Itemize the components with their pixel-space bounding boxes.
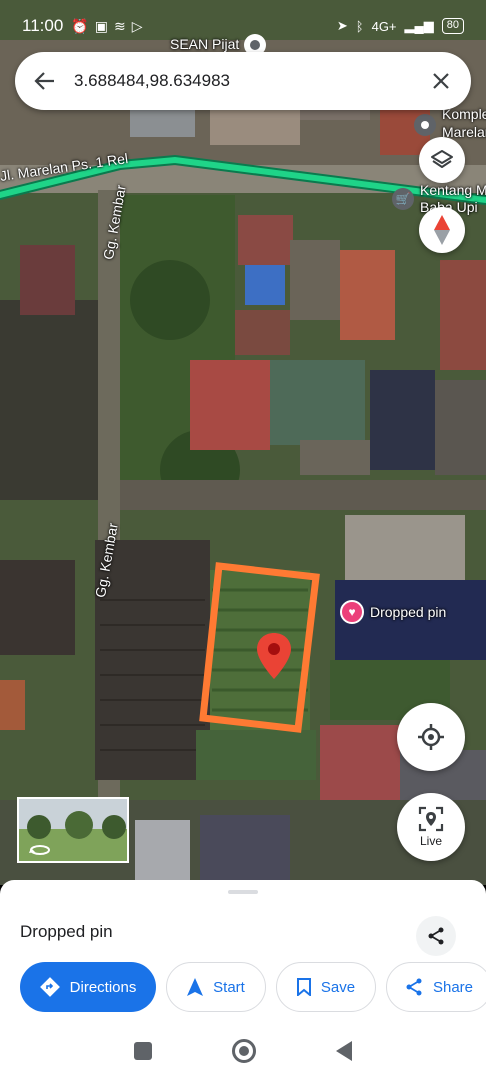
location-icon: ➤	[336, 18, 348, 33]
layers-button[interactable]	[419, 137, 465, 183]
heart-icon: ♥	[340, 600, 364, 624]
directions-label: Directions	[69, 978, 137, 996]
recents-icon[interactable]	[134, 1042, 152, 1060]
live-view-label: Live	[419, 834, 442, 848]
alarm-icon: ⏰	[71, 17, 89, 34]
sheet-drag-handle[interactable]	[228, 890, 258, 894]
system-navigation-bar	[0, 1022, 486, 1080]
share-icon	[406, 978, 422, 996]
play-icon: ▷	[131, 17, 143, 34]
shopping-cart-icon[interactable]: 🛒	[392, 188, 414, 210]
start-button[interactable]: Start	[166, 962, 266, 1012]
clear-search-button[interactable]	[427, 67, 455, 95]
share-button[interactable]: Share	[386, 962, 486, 1012]
directions-icon	[39, 977, 60, 997]
live-view-icon	[418, 806, 444, 832]
signal-icon: ▂▄▆	[404, 18, 434, 33]
share-label: Share	[432, 978, 474, 996]
save-button[interactable]: Save	[276, 962, 376, 1012]
navigation-arrow-icon	[187, 978, 204, 996]
back-arrow-icon	[34, 72, 54, 90]
map-view[interactable]: SEAN Pijat Jl. Marelan Ps. 1 Rel Komple …	[0, 0, 486, 885]
back-button[interactable]	[31, 67, 59, 95]
save-label: Save	[320, 978, 356, 996]
bluetooth-icon: ᛒ	[355, 18, 364, 34]
dropped-pin-marker-icon[interactable]	[257, 633, 291, 679]
my-location-button[interactable]	[397, 703, 465, 771]
notification-icons: ⏰ ▣ ≋ ▷	[71, 18, 142, 35]
action-buttons: Directions Start Save Share	[20, 962, 486, 1012]
bookmark-icon	[296, 978, 311, 996]
back-icon[interactable]	[336, 1041, 352, 1061]
compass-button[interactable]	[419, 207, 465, 253]
status-bar: 11:00 ⏰ ▣ ≋ ▷ ➤ ᛒ 4G+ ▂▄▆ 80	[0, 0, 486, 52]
close-icon	[433, 73, 449, 89]
compass-icon	[434, 215, 450, 245]
place-title: Dropped pin	[20, 922, 113, 941]
poi-pin-komplek-icon[interactable]	[414, 114, 436, 136]
street-view-360-icon	[29, 845, 50, 855]
street-view-thumbnail[interactable]	[17, 797, 129, 863]
place-bottom-sheet[interactable]: Dropped pin Directions Start Save Share	[0, 880, 486, 1022]
crosshair-icon	[418, 724, 444, 750]
layers-icon	[431, 150, 453, 168]
battery-indicator: 80	[441, 18, 464, 34]
map-label-kentang[interactable]: Kentang M	[420, 182, 486, 198]
calendar-icon: ▣	[94, 17, 108, 34]
search-bar[interactable]: 3.688484,98.634983	[15, 52, 471, 110]
home-icon[interactable]	[232, 1039, 256, 1063]
search-query[interactable]: 3.688484,98.634983	[74, 71, 427, 91]
status-time: 11:00	[22, 16, 64, 35]
dropped-pin-chip[interactable]: ♥ Dropped pin	[340, 600, 446, 624]
live-view-button[interactable]: Live	[397, 793, 465, 861]
stack-icon: ≋	[113, 17, 126, 34]
dropped-pin-chip-label: Dropped pin	[370, 604, 447, 620]
share-icon	[428, 927, 444, 945]
network-type: 4G+	[371, 18, 397, 34]
start-label: Start	[213, 978, 245, 996]
share-icon-button[interactable]	[416, 916, 456, 956]
directions-button[interactable]: Directions	[20, 962, 156, 1012]
